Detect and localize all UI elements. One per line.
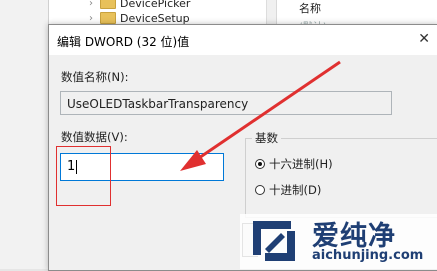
watermark-url: aichunjing.com: [312, 248, 424, 263]
watermark-logo-icon: [253, 221, 295, 261]
